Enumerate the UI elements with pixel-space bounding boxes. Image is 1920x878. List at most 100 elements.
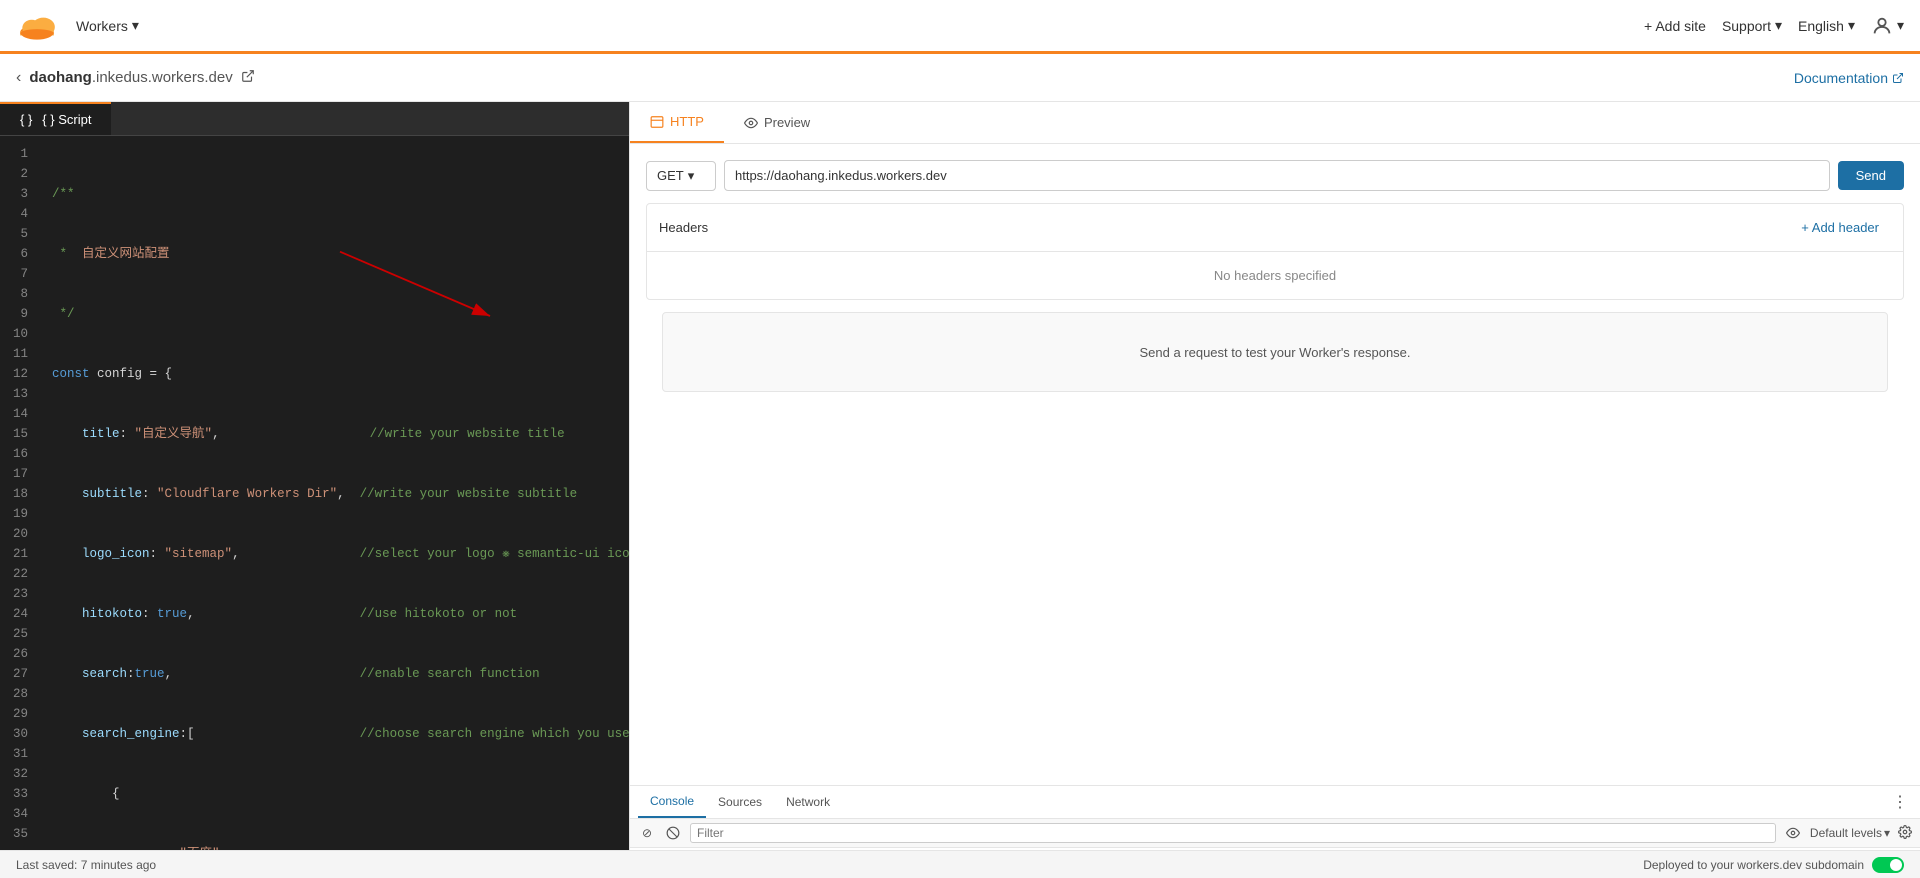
deploy-text: Deployed to your workers.dev subdomain (1643, 858, 1864, 872)
nav-right: + Add site Support ▾ English ▾ ▾ (1644, 15, 1904, 37)
add-header-button[interactable]: + Add header (1789, 212, 1891, 243)
line-num-14: 14 (0, 404, 40, 424)
tab-console[interactable]: Console (638, 786, 706, 818)
tab-script[interactable]: { } { } Script (0, 102, 111, 135)
send-button[interactable]: Send (1838, 161, 1904, 190)
tab-preview[interactable]: Preview (724, 102, 830, 143)
line-num-26: 26 (0, 644, 40, 664)
user-icon (1871, 15, 1893, 37)
console-level-dropdown[interactable]: Default levels ▾ (1810, 826, 1890, 840)
url-input[interactable] (724, 160, 1830, 191)
line-num-29: 29 (0, 704, 40, 724)
line-num-15: 15 (0, 424, 40, 444)
line-num-24: 24 (0, 604, 40, 624)
line-num-8: 8 (0, 284, 40, 304)
console-level-chevron: ▾ (1884, 826, 1890, 840)
code-line-1: /** (52, 184, 629, 204)
line-num-17: 17 (0, 464, 40, 484)
documentation-link[interactable]: Documentation (1794, 70, 1904, 86)
response-placeholder: Send a request to test your Worker's res… (1139, 345, 1410, 360)
back-button[interactable]: ‹ (16, 69, 21, 87)
code-line-4: const config = { (52, 364, 629, 384)
code-tabs: { } { } Script (0, 102, 629, 136)
user-chevron-icon: ▾ (1897, 17, 1904, 34)
script-tab-icon: { } (20, 112, 32, 127)
line-num-18: 18 (0, 484, 40, 504)
doc-link-label: Documentation (1794, 70, 1888, 86)
code-line-7: logo_icon: "sitemap", //select your logo… (52, 544, 629, 564)
code-line-6: subtitle: "Cloudflare Workers Dir", //wr… (52, 484, 629, 504)
line-num-27: 27 (0, 664, 40, 684)
language-dropdown[interactable]: English ▾ (1798, 17, 1855, 34)
line-num-19: 19 (0, 504, 40, 524)
line-num-11: 11 (0, 344, 40, 364)
line-num-1: 1 (0, 144, 40, 164)
line-num-5: 5 (0, 224, 40, 244)
line-num-3: 3 (0, 184, 40, 204)
add-site-button[interactable]: + Add site (1644, 18, 1706, 34)
console-filter-input[interactable] (690, 823, 1776, 843)
console-dots-icon[interactable]: ⋮ (1892, 792, 1908, 812)
code-line-9: search:true, //enable search function (52, 664, 629, 684)
line-numbers: 1 2 3 4 5 6 7 8 9 10 11 12 13 14 15 16 1 (0, 136, 40, 878)
support-chevron-icon: ▾ (1775, 17, 1782, 34)
code-editor[interactable]: 1 2 3 4 5 6 7 8 9 10 11 12 13 14 15 16 1 (0, 136, 629, 878)
workers-dropdown[interactable]: Workers ▾ (68, 13, 147, 38)
method-chevron-icon: ▾ (688, 168, 695, 184)
headers-section: Headers + Add header No headers specifie… (646, 203, 1904, 300)
code-line-11: { (52, 784, 629, 804)
line-num-31: 31 (0, 744, 40, 764)
line-num-34: 34 (0, 804, 40, 824)
console-block-icon[interactable]: ⊘ (638, 824, 656, 842)
line-num-12: 12 (0, 364, 40, 384)
code-line-5: title: "自定义导航", //write your website tit… (52, 424, 629, 444)
line-num-22: 22 (0, 564, 40, 584)
cloudflare-logo (16, 5, 58, 47)
console-tabs: Console Sources Network ⋮ (630, 786, 1920, 819)
breadcrumb: ‹ daohang.inkedus.workers.dev (16, 69, 255, 87)
code-content[interactable]: /** * 自定义网站配置 */ const config = { title:… (40, 136, 629, 878)
tab-sources[interactable]: Sources (706, 787, 774, 817)
tab-http[interactable]: HTTP (630, 102, 724, 143)
http-body: GET ▾ Send Headers + Add header No heade… (630, 144, 1920, 408)
code-panel: { } { } Script 1 2 3 4 5 6 7 8 9 10 11 (0, 102, 630, 878)
external-link-icon[interactable] (241, 69, 255, 86)
line-num-35: 35 (0, 824, 40, 844)
status-bar: Last saved: 7 minutes ago Deployed to yo… (0, 850, 1920, 878)
tab-network[interactable]: Network (774, 787, 842, 817)
headers-title: Headers (659, 220, 708, 235)
user-menu[interactable]: ▾ (1871, 15, 1904, 37)
language-label: English (1798, 18, 1844, 34)
line-num-21: 21 (0, 544, 40, 564)
line-num-33: 33 (0, 784, 40, 804)
add-header-label: + Add header (1801, 220, 1879, 235)
console-settings-button[interactable] (1898, 825, 1912, 842)
line-num-20: 20 (0, 524, 40, 544)
deploy-status: Deployed to your workers.dev subdomain (1643, 857, 1904, 873)
sub-header: ‹ daohang.inkedus.workers.dev Documentat… (0, 54, 1920, 102)
code-line-8: hitokoto: true, //use hitokoto or not (52, 604, 629, 624)
top-nav: Workers ▾ + Add site Support ▾ English ▾… (0, 0, 1920, 54)
support-dropdown[interactable]: Support ▾ (1722, 17, 1782, 34)
console-eye-icon[interactable] (1784, 824, 1802, 842)
url-row: GET ▾ Send (646, 160, 1904, 191)
language-chevron-icon: ▾ (1848, 17, 1855, 34)
workers-chevron-icon: ▾ (132, 17, 139, 34)
preview-icon (744, 116, 758, 130)
right-panel: HTTP Preview GET ▾ Send Headers (630, 102, 1920, 878)
line-num-4: 4 (0, 204, 40, 224)
http-tabs: HTTP Preview (630, 102, 1920, 144)
console-level-label: Default levels (1810, 826, 1882, 840)
logo-area: Workers ▾ (16, 5, 147, 47)
code-line-10: search_engine:[ //choose search engine w… (52, 724, 629, 744)
line-num-9: 9 (0, 304, 40, 324)
console-circle-icon[interactable] (664, 824, 682, 842)
line-num-32: 32 (0, 764, 40, 784)
method-select[interactable]: GET ▾ (646, 161, 716, 191)
response-area: Send a request to test your Worker's res… (662, 312, 1888, 392)
deploy-toggle[interactable] (1872, 857, 1904, 873)
title-bold: daohang (29, 69, 92, 86)
line-num-6: 6 (0, 244, 40, 264)
line-num-28: 28 (0, 684, 40, 704)
line-num-30: 30 (0, 724, 40, 744)
